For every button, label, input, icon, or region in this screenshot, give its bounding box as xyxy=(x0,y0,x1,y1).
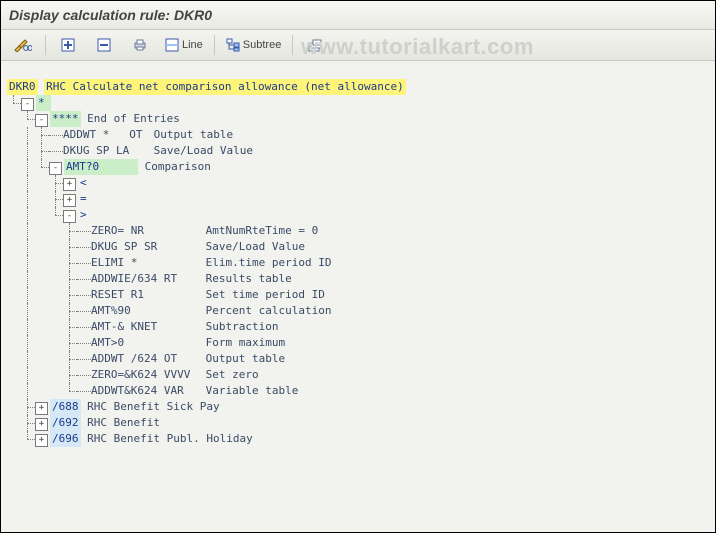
tree-node-comparison[interactable]: - AMT?0 Comparison xyxy=(7,159,709,175)
cmp-operator: > xyxy=(78,207,89,223)
node-desc: Save/Load Value xyxy=(154,143,253,159)
expand-toggle[interactable]: + xyxy=(63,194,76,207)
line-icon xyxy=(165,38,179,52)
node-code: ADDWT * OT xyxy=(63,127,147,143)
node-code: ZERO=&K624 VVVV xyxy=(91,367,199,383)
tree-node-wagetype[interactable]: + /688 RHC Benefit Sick Pay xyxy=(7,399,709,415)
subtree-icon xyxy=(226,38,240,52)
cmp-operator: = xyxy=(78,191,89,207)
node-code: AMT-& KNET xyxy=(91,319,199,335)
toolbar-separator xyxy=(214,35,215,55)
node-code: DKUG SP LA xyxy=(63,143,147,159)
node-code: ADDWT /624 OT xyxy=(91,351,199,367)
tree-node[interactable]: AMT%90 Percent calculation xyxy=(7,303,709,319)
node-code: ELIMI * xyxy=(91,255,199,271)
subtree-button-label: Subtree xyxy=(243,39,282,51)
title-bar: Display calculation rule: DKR0 xyxy=(1,1,715,30)
expand-toggle[interactable]: + xyxy=(35,434,48,447)
line-button-label: Line xyxy=(182,39,203,51)
node-desc: Subtraction xyxy=(206,319,279,335)
tree-node[interactable]: ADDWT /624 OT Output table xyxy=(7,351,709,367)
group-star: * xyxy=(36,95,51,111)
tree-node-cmp[interactable]: + = xyxy=(7,191,709,207)
wagetype-desc: RHC Benefit Publ. Holiday xyxy=(87,431,253,447)
printer-icon xyxy=(133,38,147,52)
tree-node[interactable]: AMT-& KNET Subtraction xyxy=(7,319,709,335)
node-code: DKUG SP SR xyxy=(91,239,199,255)
wagetype-desc: RHC Benefit xyxy=(87,415,160,431)
node-code: AMT>0 xyxy=(91,335,199,351)
node-desc: Form maximum xyxy=(206,335,285,351)
toolbar-separator xyxy=(45,35,46,55)
rule-tree: DKR0 RHC Calculate net comparison allowa… xyxy=(1,61,715,453)
node-code: ZERO= NR xyxy=(91,223,199,239)
tree-node[interactable]: ADDWT&K624 VAR Variable table xyxy=(7,383,709,399)
wagetype-code: /696 xyxy=(50,431,81,447)
tree-node-wagetype[interactable]: + /696 RHC Benefit Publ. Holiday xyxy=(7,431,709,447)
tree-node[interactable]: AMT>0 Form maximum xyxy=(7,335,709,351)
tree-node-end-entries[interactable]: - **** End of Entries xyxy=(7,111,709,127)
wagetype-desc: RHC Benefit Sick Pay xyxy=(87,399,219,415)
toolbar-separator xyxy=(292,35,293,55)
tree-node[interactable]: ZERO= NR AmtNumRteTime = 0 xyxy=(7,223,709,239)
node-desc: End of Entries xyxy=(87,111,180,127)
node-desc: Set zero xyxy=(206,367,259,383)
collapse-all-button[interactable] xyxy=(88,33,120,57)
node-desc: Comparison xyxy=(145,159,211,175)
stack-icon xyxy=(308,38,322,52)
node-desc: Elim.time period ID xyxy=(206,255,332,271)
page-title: Display calculation rule: DKR0 xyxy=(9,7,212,23)
tree-node[interactable]: ELIMI * Elim.time period ID xyxy=(7,255,709,271)
node-desc: AmtNumRteTime = 0 xyxy=(206,223,319,239)
node-desc: Percent calculation xyxy=(206,303,332,319)
node-code: RESET R1 xyxy=(91,287,199,303)
node-code: AMT%90 xyxy=(91,303,199,319)
tree-node[interactable]: RESET R1 Set time period ID xyxy=(7,287,709,303)
expand-toggle[interactable]: - xyxy=(63,210,76,223)
tree-node-cmp[interactable]: + < xyxy=(7,175,709,191)
expand-toggle[interactable]: - xyxy=(49,162,62,175)
change-button[interactable] xyxy=(7,33,39,57)
node-desc: Set time period ID xyxy=(206,287,325,303)
expand-toggle[interactable]: + xyxy=(63,178,76,191)
application-toolbar: Line Subtree xyxy=(1,30,715,61)
wagetype-code: /692 xyxy=(50,415,81,431)
tree-node[interactable]: ZERO=&K624 VVVV Set zero xyxy=(7,367,709,383)
expand-toggle[interactable]: - xyxy=(35,114,48,127)
print-button[interactable] xyxy=(124,33,156,57)
pencil-glasses-icon xyxy=(14,38,32,52)
node-desc: Results table xyxy=(206,271,292,287)
node-code: AMT?0 xyxy=(64,159,138,175)
expand-all-icon xyxy=(61,38,75,52)
tree-root[interactable]: DKR0 RHC Calculate net comparison allowa… xyxy=(7,79,709,95)
node-desc: Variable table xyxy=(206,383,299,399)
expand-toggle[interactable]: - xyxy=(21,98,34,111)
tree-node[interactable]: DKUG SP LA Save/Load Value xyxy=(7,143,709,159)
tree-node-cmp[interactable]: - > xyxy=(7,207,709,223)
node-desc: Output table xyxy=(154,127,233,143)
subtree-button[interactable]: Subtree xyxy=(221,33,287,57)
collapse-all-icon xyxy=(97,38,111,52)
node-code: **** xyxy=(50,111,81,127)
node-code: ADDWT&K624 VAR xyxy=(91,383,199,399)
rule-desc: RHC Calculate net comparison allowance (… xyxy=(44,79,406,95)
tree-node[interactable]: ADDWIE/634 RT Results table xyxy=(7,271,709,287)
documentation-button[interactable] xyxy=(299,33,331,57)
expand-all-button[interactable] xyxy=(52,33,84,57)
node-desc: Save/Load Value xyxy=(206,239,305,255)
tree-node[interactable]: ADDWT * OT Output table xyxy=(7,127,709,143)
tree-node-wagetype[interactable]: + /692 RHC Benefit xyxy=(7,415,709,431)
rule-code: DKR0 xyxy=(7,79,38,95)
expand-toggle[interactable]: + xyxy=(35,418,48,431)
tree-node-star[interactable]: - * xyxy=(7,95,709,111)
tree-node[interactable]: DKUG SP SR Save/Load Value xyxy=(7,239,709,255)
node-code: ADDWIE/634 RT xyxy=(91,271,199,287)
wagetype-code: /688 xyxy=(50,399,81,415)
line-button[interactable]: Line xyxy=(160,33,208,57)
expand-toggle[interactable]: + xyxy=(35,402,48,415)
node-desc: Output table xyxy=(206,351,285,367)
cmp-operator: < xyxy=(78,175,89,191)
